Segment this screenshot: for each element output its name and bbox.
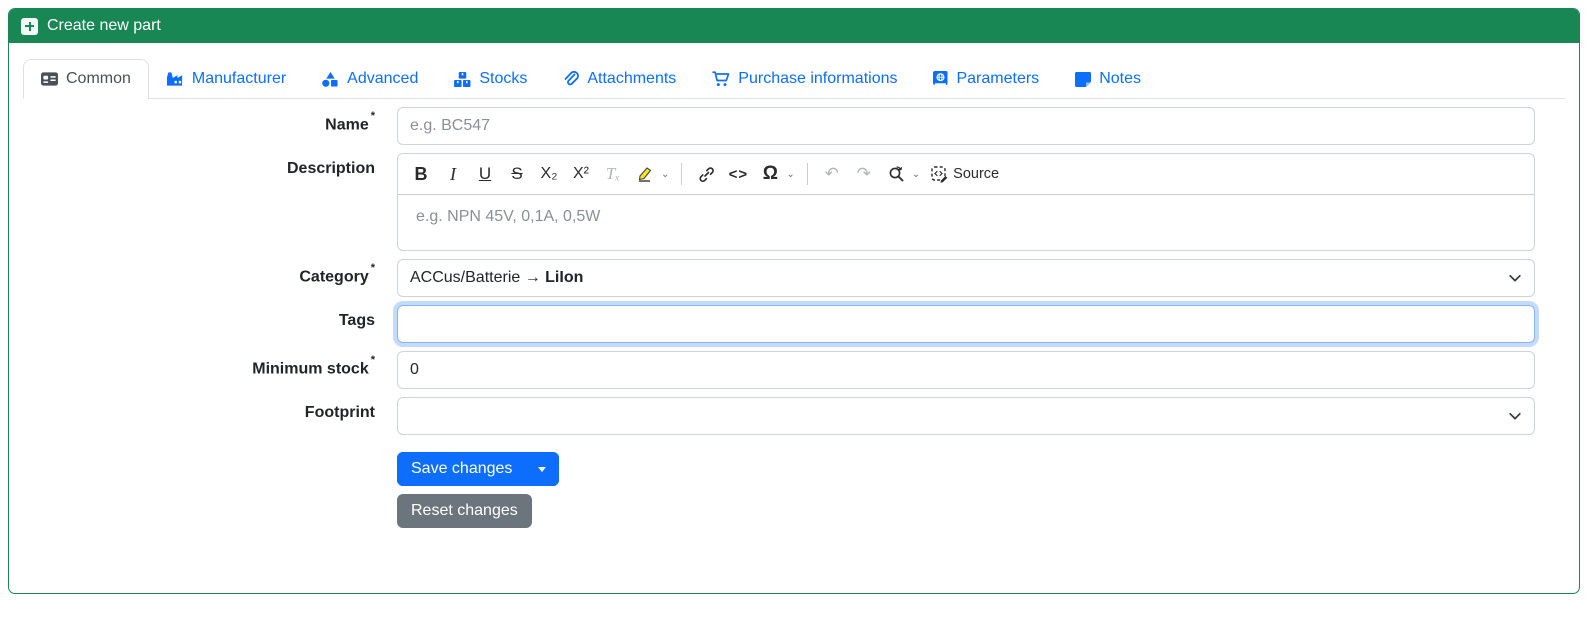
underline-button[interactable]: U (470, 159, 500, 189)
link-icon (699, 166, 714, 182)
italic-button[interactable]: I (438, 159, 468, 189)
name-input[interactable] (397, 107, 1535, 145)
bold-button[interactable]: B (406, 159, 436, 189)
category-value-bold: LiIon (545, 269, 584, 286)
tab-attachments[interactable]: Attachments (545, 59, 694, 99)
category-row: Category* ACCus/Batterie → LiIon (23, 259, 1565, 297)
tab-parameters[interactable]: Parameters (915, 59, 1057, 99)
tags-row: Tags (23, 305, 1565, 343)
highlighter-icon (638, 167, 652, 182)
save-button-group: Save changes (397, 452, 560, 486)
shapes-icon (322, 71, 338, 87)
footprint-select[interactable] (397, 397, 1535, 435)
source-label: Source (953, 166, 1000, 182)
footprint-label: Footprint (304, 404, 375, 421)
superscript-button[interactable]: X² (566, 159, 596, 189)
undo-button[interactable]: ↶ (817, 159, 847, 189)
tab-pane-common: Name* Description B I U S X₂ (23, 99, 1565, 528)
tab-label: Stocks (479, 70, 528, 87)
subscript-button[interactable]: X₂ (534, 159, 564, 189)
minimum-stock-input[interactable] (397, 351, 1535, 389)
create-part-card: Create new part Common Manufacturer Adva… (8, 8, 1580, 594)
chevron-down-icon[interactable]: ⌄ (661, 169, 669, 180)
link-button[interactable] (691, 159, 721, 189)
rich-text-editor: B I U S X₂ X² Tₓ ⌄ <> Ω ⌄ ↶ ↷ ⌄ Source e… (397, 153, 1535, 251)
tab-notes[interactable]: Notes (1057, 59, 1159, 99)
footprint-row: Footprint (23, 397, 1565, 435)
required-marker: * (370, 262, 375, 274)
description-editor-area[interactable]: e.g. NPN 45V, 0,1A, 0,5W (398, 195, 1534, 250)
tab-stocks[interactable]: Stocks (436, 59, 545, 99)
tab-label: Purchase informations (738, 70, 898, 87)
toolbar-separator (681, 163, 683, 185)
id-card-icon (41, 72, 58, 86)
card-header: Create new part (9, 9, 1579, 43)
special-characters-button[interactable]: Ω (755, 159, 785, 189)
category-value-prefix: ACCus/Batterie → (410, 269, 546, 286)
tab-purchase-informations[interactable]: Purchase informations (694, 59, 915, 99)
chevron-down-icon (1509, 412, 1521, 420)
caret-down-icon (538, 466, 547, 472)
minimum-stock-label: Minimum stock* (252, 354, 375, 378)
save-dropdown-toggle[interactable] (526, 452, 560, 486)
name-label: Name* (325, 110, 375, 134)
source-icon (931, 165, 948, 183)
reset-button[interactable]: Reset changes (397, 494, 532, 528)
remove-format-button[interactable]: Tₓ (598, 159, 628, 189)
code-button[interactable]: <> (723, 159, 753, 189)
chevron-down-icon (1509, 274, 1521, 282)
chevron-down-icon[interactable]: ⌄ (912, 169, 920, 180)
source-button[interactable]: Source (925, 165, 1005, 183)
chevron-down-icon[interactable]: ⌄ (786, 169, 794, 180)
minimum-stock-row: Minimum stock* (23, 351, 1565, 389)
strikethrough-button[interactable]: S (502, 159, 532, 189)
atlas-book-icon (933, 71, 948, 86)
tab-manufacturer[interactable]: Manufacturer (149, 59, 304, 99)
description-label: Description (286, 160, 375, 177)
description-row: Description B I U S X₂ X² Tₓ ⌄ <> Ω ⌄ ↶ … (23, 153, 1565, 251)
tags-label: Tags (338, 312, 375, 329)
tab-common[interactable]: Common (23, 59, 149, 99)
tab-label: Attachments (587, 70, 677, 87)
sticky-note-icon (1075, 71, 1092, 87)
editor-toolbar: B I U S X₂ X² Tₓ ⌄ <> Ω ⌄ ↶ ↷ ⌄ Source (398, 154, 1534, 195)
category-label: Category* (299, 262, 375, 286)
required-marker: * (370, 354, 375, 366)
toolbar-separator (806, 163, 808, 185)
save-button[interactable]: Save changes (397, 452, 527, 486)
tab-label: Manufacturer (191, 70, 287, 87)
part-tabs: Common Manufacturer Advanced Stocks Atta… (23, 59, 1565, 99)
tab-label: Common (66, 70, 131, 87)
tab-advanced[interactable]: Advanced (304, 59, 436, 99)
page-title: Create new part (47, 17, 161, 34)
boxes-stacked-icon (454, 71, 471, 87)
tab-label: Parameters (956, 70, 1040, 87)
find-replace-icon (889, 165, 904, 181)
name-row: Name* (23, 107, 1565, 145)
required-marker: * (370, 110, 375, 122)
tab-label: Notes (1099, 70, 1141, 87)
highlight-button[interactable] (630, 159, 660, 189)
plus-square-icon (21, 17, 38, 35)
shopping-cart-icon (712, 71, 730, 87)
tab-label: Advanced (347, 70, 419, 87)
actions-row: Save changes Reset changes (23, 452, 1565, 528)
tags-input[interactable] (397, 305, 1535, 343)
redo-button[interactable]: ↷ (849, 159, 879, 189)
find-replace-button[interactable] (881, 159, 911, 189)
paperclip-icon (564, 71, 580, 86)
factory-icon (166, 72, 183, 86)
category-select[interactable]: ACCus/Batterie → LiIon (397, 259, 1535, 297)
